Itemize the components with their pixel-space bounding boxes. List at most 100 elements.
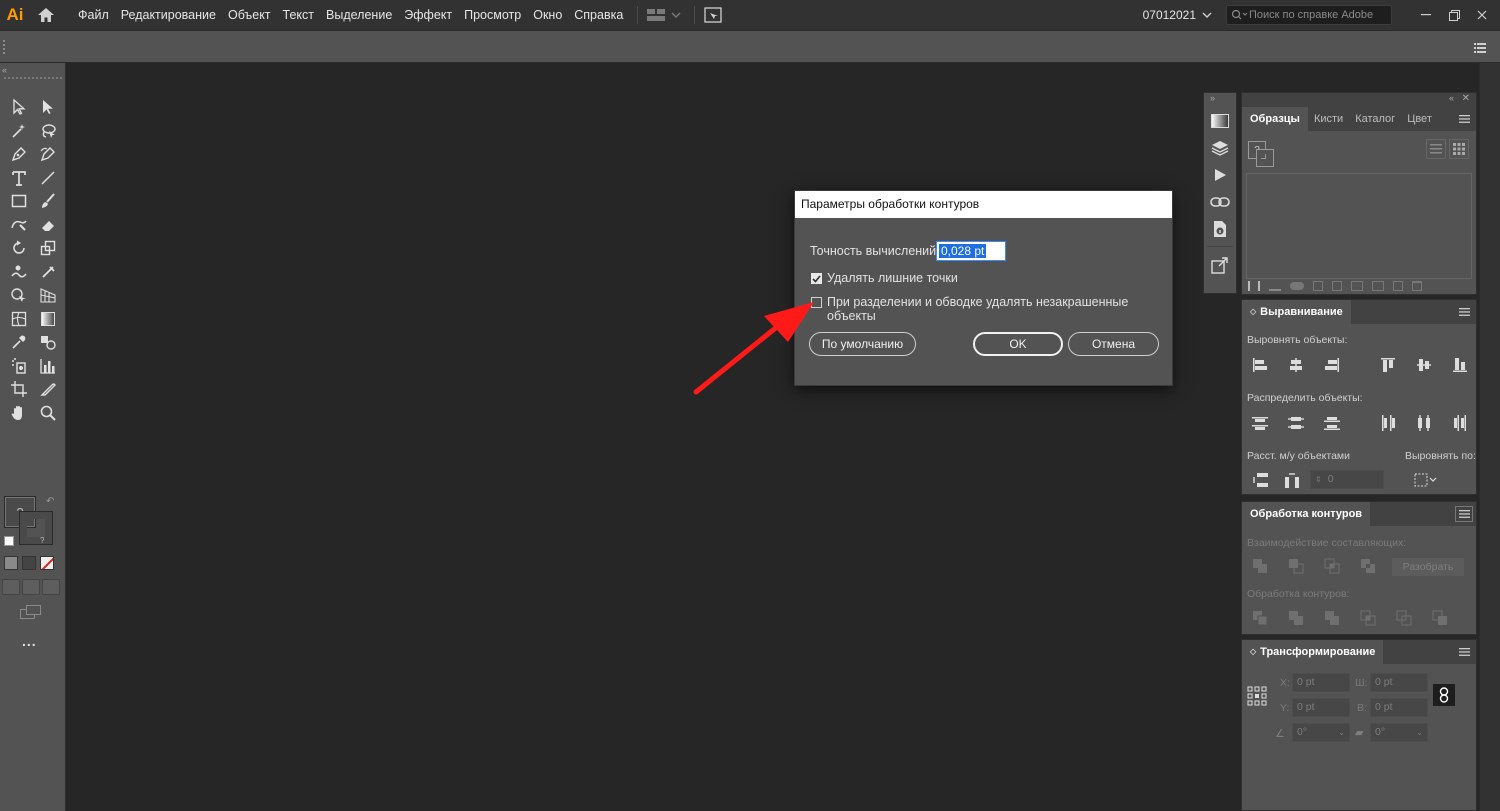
symbol-sprayer-tool-icon[interactable] (4, 356, 33, 377)
slice-tool-icon[interactable] (33, 379, 62, 400)
paintbrush-tool-icon[interactable] (33, 191, 62, 212)
color-mode-icon[interactable] (4, 556, 18, 570)
horizontal-spacing-icon[interactable] (1282, 470, 1302, 490)
collapse-icon[interactable]: « (1449, 93, 1454, 103)
remove-points-label[interactable]: Удалять лишние точки (827, 271, 958, 285)
perspective-grid-tool-icon[interactable] (33, 285, 62, 306)
menu-object[interactable]: Объект (222, 0, 277, 30)
document-name[interactable]: 07012021 (1143, 8, 1196, 22)
artboard-tool-icon[interactable] (4, 379, 33, 400)
height-input[interactable]: 0 pt (1370, 698, 1428, 717)
vertical-spacing-icon[interactable] (1250, 470, 1270, 490)
swap-icon[interactable]: ↶ (46, 496, 54, 507)
tab-catalog[interactable]: Каталог (1349, 107, 1401, 131)
list-view-icon[interactable] (1426, 139, 1446, 159)
distribute-hcenter-icon[interactable] (1414, 413, 1434, 433)
type-tool-icon[interactable] (4, 168, 33, 189)
tab-pathfinder[interactable]: Обработка контуров (1242, 502, 1371, 526)
gradient-tool-icon[interactable] (33, 309, 62, 330)
chevron-down-icon[interactable] (666, 8, 686, 22)
show-kinds-icon[interactable] (1313, 281, 1323, 291)
expand-dock-icon[interactable]: » (1204, 93, 1236, 107)
direct-selection-tool-icon[interactable] (33, 97, 62, 118)
document-info-icon[interactable] (1204, 215, 1236, 242)
remove-points-checkbox[interactable] (811, 273, 822, 284)
screen-mode-icon[interactable] (20, 605, 42, 622)
eyedropper-tool-icon[interactable] (4, 332, 33, 353)
trash-icon[interactable] (1412, 281, 1422, 291)
reference-point-icon[interactable] (1247, 686, 1267, 709)
precision-input[interactable]: 0,028 pt (936, 241, 1006, 261)
swatches-list[interactable] (1246, 173, 1472, 279)
trim-icon[interactable] (1286, 608, 1306, 628)
align-to-selection-icon[interactable] (1412, 470, 1440, 490)
zoom-tool-icon[interactable] (33, 403, 62, 424)
curvature-tool-icon[interactable] (33, 144, 62, 165)
arrange-documents-icon[interactable] (646, 8, 666, 22)
width-input[interactable]: 0 pt (1370, 673, 1428, 692)
menu-file[interactable]: Файл (72, 0, 115, 30)
layers-panel-icon[interactable] (1204, 134, 1236, 161)
restore-icon[interactable] (1440, 0, 1468, 30)
align-top-icon[interactable] (1378, 355, 1398, 375)
home-icon[interactable] (32, 0, 60, 30)
panel-menu-icon[interactable] (1474, 42, 1486, 56)
x-input[interactable]: 0 pt (1292, 673, 1350, 692)
align-left-icon[interactable] (1250, 355, 1270, 375)
expand-toggle-icon[interactable]: ◇ (1250, 640, 1256, 664)
chevron-down-icon[interactable]: ⌄ (1338, 724, 1345, 741)
distribute-top-icon[interactable] (1250, 413, 1270, 433)
merge-icon[interactable] (1322, 608, 1342, 628)
draw-inside-icon[interactable] (42, 579, 60, 595)
tab-color[interactable]: Цвет (1401, 107, 1438, 131)
defaults-button[interactable]: По умолчанию (809, 332, 916, 356)
menu-view[interactable]: Просмотр (458, 0, 527, 30)
asset-export-icon[interactable] (1204, 251, 1236, 278)
eraser-tool-icon[interactable] (33, 215, 62, 236)
tab-swatches[interactable]: Образцы (1242, 107, 1308, 131)
unite-icon[interactable] (1250, 556, 1270, 576)
distribute-right-icon[interactable] (1450, 413, 1470, 433)
align-hcenter-icon[interactable] (1286, 355, 1306, 375)
distribute-bottom-icon[interactable] (1322, 413, 1342, 433)
menu-window[interactable]: Окно (527, 0, 568, 30)
shape-builder-tool-icon[interactable] (4, 285, 33, 306)
tab-align[interactable]: ◇ Выравнивание (1242, 300, 1351, 324)
fill-stroke-control[interactable]: ? ? ↶ (4, 496, 60, 546)
scale-tool-icon[interactable] (33, 238, 62, 259)
remove-unpainted-label[interactable]: При разделении и обводке удалять незакра… (827, 295, 1172, 323)
grid-view-icon[interactable] (1449, 139, 1469, 159)
ok-button[interactable]: OK (973, 332, 1063, 356)
expand-button[interactable]: Разобрать (1392, 558, 1464, 576)
panel-menu-icon[interactable] (1452, 300, 1476, 324)
panel-menu-icon[interactable] (1455, 506, 1473, 522)
outline-icon[interactable] (1394, 608, 1414, 628)
cloud-icon[interactable] (1290, 282, 1304, 290)
chevron-down-icon[interactable] (1202, 12, 1212, 18)
panel-scrollbar[interactable] (1479, 63, 1500, 811)
none-mode-icon[interactable] (40, 556, 54, 570)
spacing-input[interactable]: ⇕ 0 (1310, 470, 1384, 489)
stroke-swatch[interactable] (19, 511, 53, 545)
divide-icon[interactable] (1250, 608, 1270, 628)
menu-help[interactable]: Справка (568, 0, 629, 30)
color-group-icon[interactable] (1351, 281, 1363, 291)
y-input[interactable]: 0 pt (1292, 698, 1350, 717)
crop-icon[interactable] (1358, 608, 1378, 628)
close-panel-icon[interactable]: ✕ (1462, 93, 1470, 104)
help-search-input[interactable]: Поиск по справке Adobe (1226, 5, 1392, 25)
align-right-icon[interactable] (1322, 355, 1342, 375)
swatch-libraries-icon[interactable] (1248, 281, 1260, 291)
default-colors-icon[interactable] (4, 536, 14, 546)
tab-brushes[interactable]: Кисти (1308, 107, 1349, 131)
gradient-mode-icon[interactable] (22, 556, 36, 570)
cancel-button[interactable]: Отмена (1068, 332, 1159, 356)
blend-tool-icon[interactable] (33, 332, 62, 353)
new-color-group-icon[interactable] (1372, 281, 1384, 291)
menu-select[interactable]: Выделение (320, 0, 398, 30)
line-segment-tool-icon[interactable] (33, 168, 62, 189)
panel-menu-icon[interactable] (1452, 640, 1476, 664)
menu-type[interactable]: Текст (277, 0, 320, 30)
minimize-icon[interactable] (1412, 0, 1440, 30)
pen-tool-icon[interactable] (4, 144, 33, 165)
